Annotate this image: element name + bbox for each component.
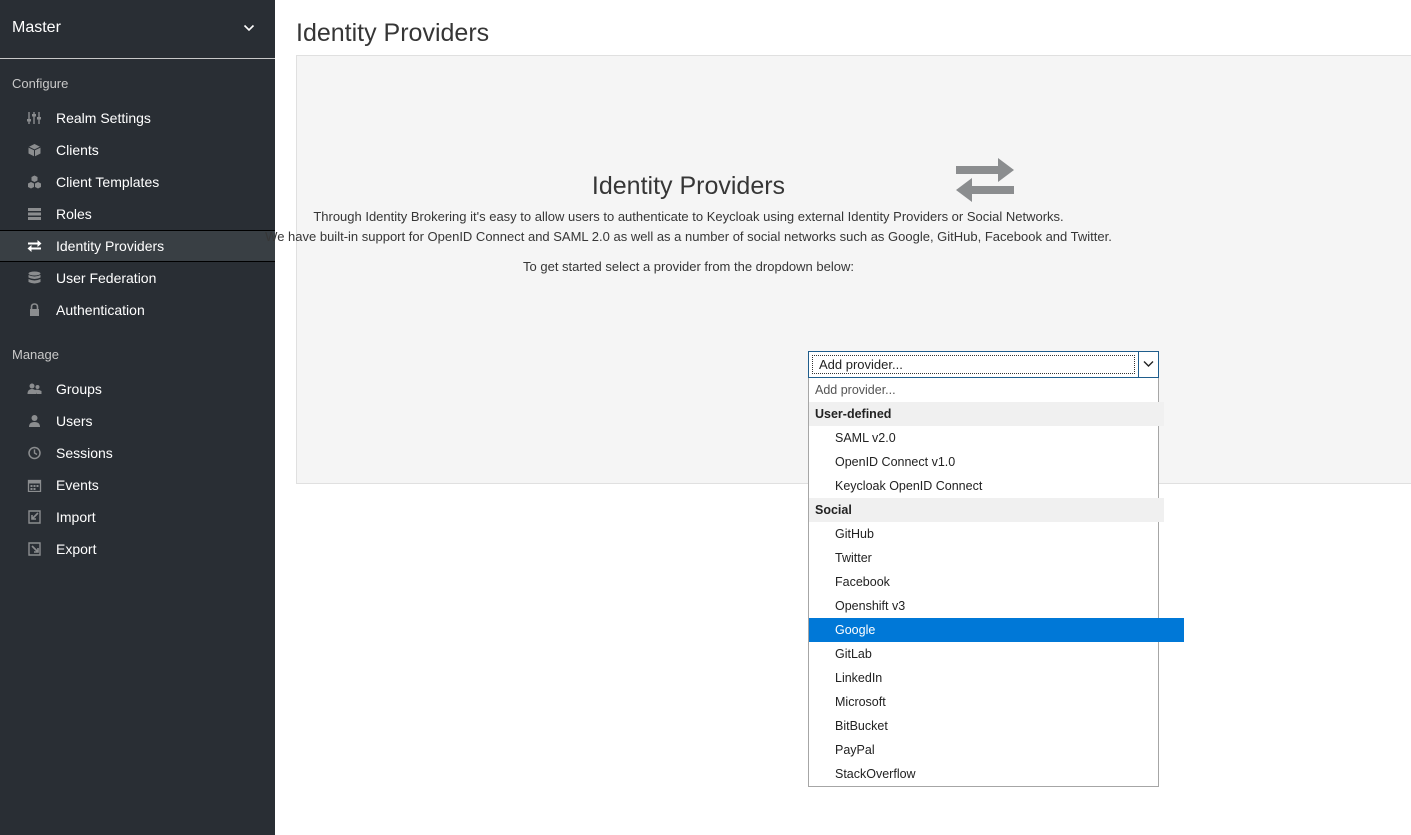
dropdown-option-bitbucket[interactable]: BitBucket [809,714,1184,738]
sidebar: Master Configure Realm Settings Clients … [0,0,275,835]
lock-icon [30,303,39,316]
sidebar-item-import[interactable]: Import [0,501,275,533]
sidebar-item-users[interactable]: Users [0,405,275,437]
dropdown-option-paypal[interactable]: PayPal [809,738,1184,762]
dropdown-option-stackoverflow[interactable]: StackOverflow [809,762,1184,786]
dropdown-option-gitlab[interactable]: GitLab [809,642,1184,666]
user-icon [29,415,40,427]
dropdown-option-twitter[interactable]: Twitter [809,546,1184,570]
section-configure: Configure [12,76,69,91]
sidebar-item-label: Export [56,541,97,557]
section-manage: Manage [12,347,59,362]
page-title: Identity Providers [296,19,490,47]
dropdown-option-google[interactable]: Google [809,618,1184,642]
select-current-value: Add provider... [812,355,1135,374]
dropdown-option-linkedin[interactable]: LinkedIn [809,666,1184,690]
dropdown-group-user-defined: User-defined [809,402,1164,426]
sidebar-item-realm-settings[interactable]: Realm Settings [0,102,275,134]
dropdown-option-saml[interactable]: SAML v2.0 [809,426,1184,450]
users-icon [27,383,42,394]
dropdown-option-github[interactable]: GitHub [809,522,1184,546]
dropdown-option-facebook[interactable]: Facebook [809,570,1184,594]
dropdown-option-microsoft[interactable]: Microsoft [809,690,1184,714]
dropdown-group-social: Social [809,498,1164,522]
dropdown-option-keycloak-oidc[interactable]: Keycloak OpenID Connect [809,474,1184,498]
calendar-icon [27,479,42,492]
sidebar-item-label: Events [56,477,99,493]
sidebar-item-authentication[interactable]: Authentication [0,294,275,326]
chevron-down-icon [1143,361,1154,367]
empty-state-line1: Through Identity Brokering it's easy to … [313,209,1064,224]
sidebar-item-label: Clients [56,142,99,158]
sidebar-item-label: Sessions [56,445,113,461]
realm-selector[interactable]: Master [0,0,275,59]
sidebar-item-events[interactable]: Events [0,469,275,501]
sidebar-item-export[interactable]: Export [0,533,275,565]
empty-state-title: Identity Providers [591,172,786,200]
sidebar-item-sessions[interactable]: Sessions [0,437,275,469]
dropdown-option-placeholder[interactable]: Add provider... [809,378,1164,402]
empty-state-line2: We have built-in support for OpenID Conn… [265,229,1112,244]
dropdown-option-openshift[interactable]: Openshift v3 [809,594,1184,618]
empty-state-hint: To get started select a provider from th… [523,259,854,274]
sidebar-item-label: Users [56,413,93,429]
export-icon [28,542,41,556]
provider-dropdown-list: Add provider... User-defined SAML v2.0 O… [808,378,1184,787]
sidebar-item-label: Realm Settings [56,110,151,126]
realm-name: Master [12,19,61,36]
sidebar-item-groups[interactable]: Groups [0,373,275,405]
add-provider-select[interactable]: Add provider... [808,351,1159,378]
clock-icon [28,446,41,460]
cube-icon [28,144,41,157]
import-icon [28,510,41,524]
dropdown-option-openid-connect[interactable]: OpenID Connect v1.0 [809,450,1184,474]
sidebar-item-label: Authentication [56,302,145,318]
sliders-icon [27,112,41,124]
sidebar-item-label: Groups [56,381,102,397]
sidebar-item-clients[interactable]: Clients [0,134,275,166]
chevron-down-icon [243,24,255,32]
sidebar-item-label: Import [56,509,96,525]
select-toggle[interactable] [1138,352,1158,377]
